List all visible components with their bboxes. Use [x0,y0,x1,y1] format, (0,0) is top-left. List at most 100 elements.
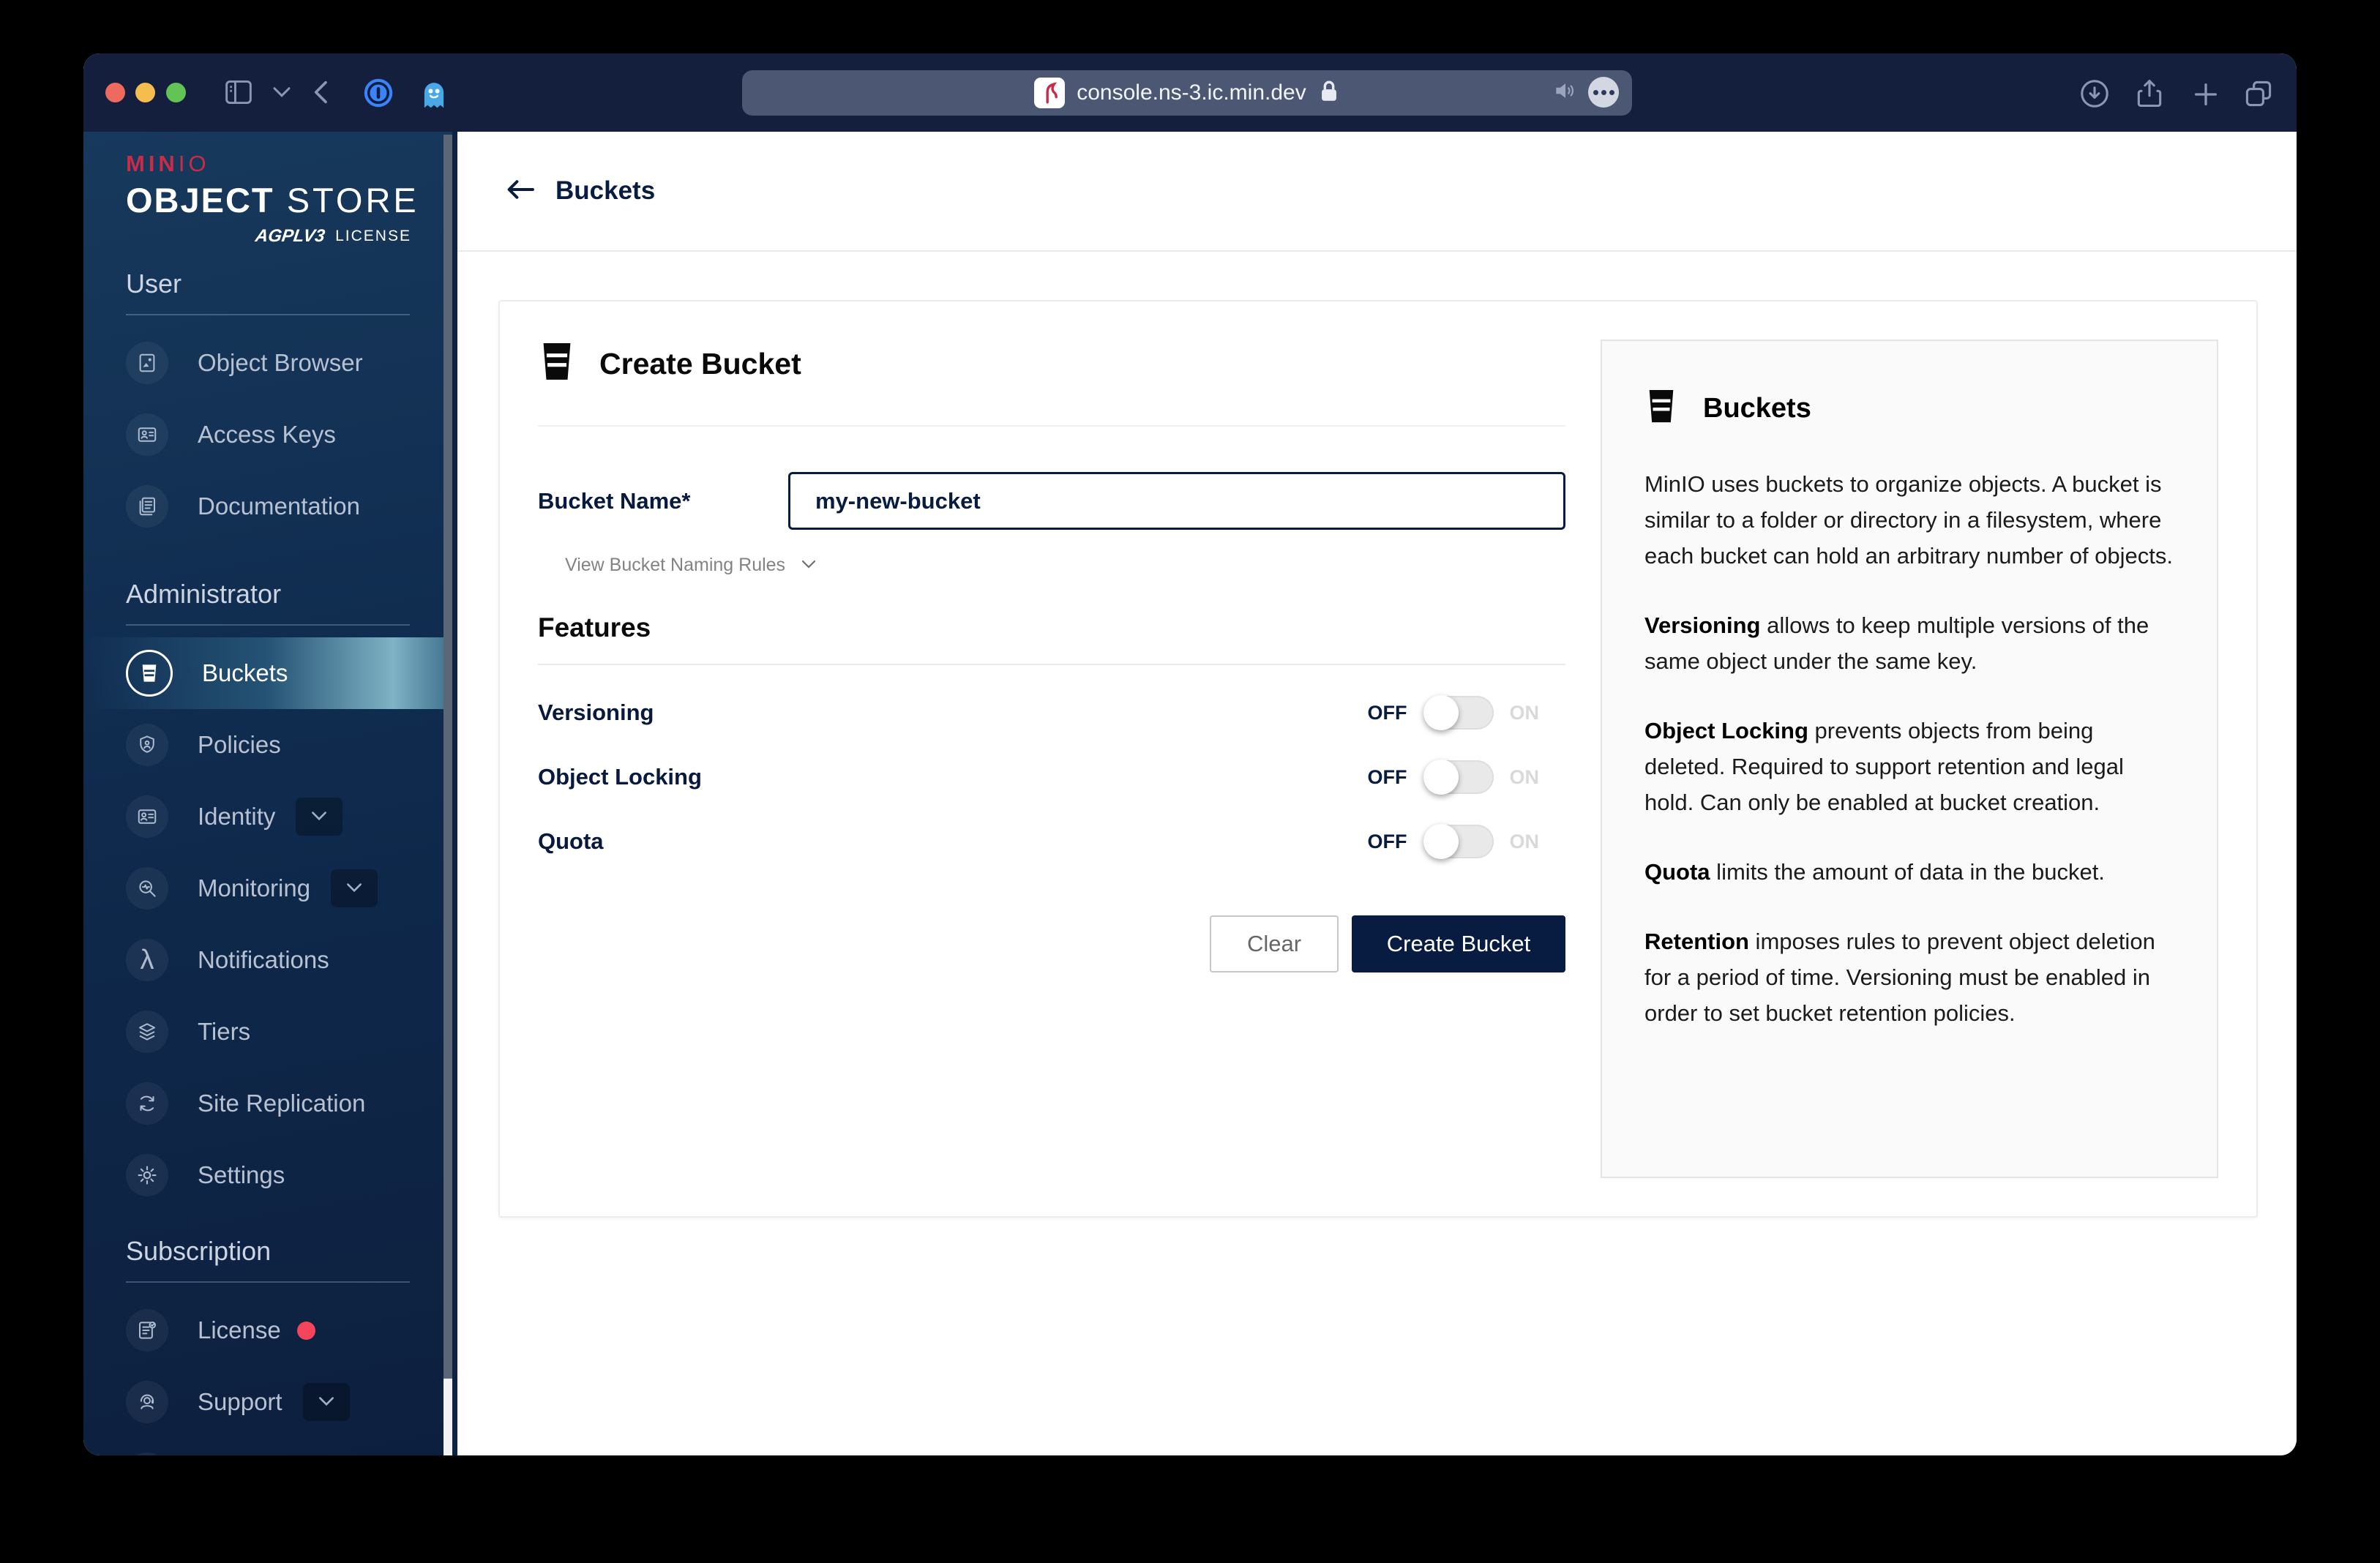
sidebar-item-policies[interactable]: Policies [83,709,452,781]
scrollbar-track[interactable] [444,1379,452,1455]
card-header: Create Bucket [538,340,1565,427]
info-paragraph: Quota limits the amount of data in the b… [1644,859,2105,885]
license-badge: AGPLV3 LICENSE [254,226,411,246]
sidebar-item-tiers[interactable]: Tiers [83,996,452,1068]
info-panel: Buckets MinIO uses buckets to organize o… [1601,340,2218,1178]
sidebar-item-documentation[interactable]: Documentation [83,471,452,542]
monitoring-icon [126,867,168,910]
sidebar-item-label: Tiers [198,1018,251,1045]
naming-rules-toggle[interactable]: View Bucket Naming Rules [565,555,1565,576]
sidebar-item-access-keys[interactable]: Access Keys [83,399,452,471]
features-title: Features [538,612,1565,665]
lambda-icon: λ [126,939,168,981]
info-paragraph: MinIO uses buckets to organize objects. … [1644,471,2174,569]
sidebar-item-object-browser[interactable]: Object Browser [83,327,452,399]
lock-icon [1318,79,1340,108]
sidebar-section-user: User [126,269,410,315]
object-locking-row: Object Locking OFF ON [538,760,1565,795]
gear-icon [126,1154,168,1196]
off-label: OFF [1367,830,1407,852]
support-icon [126,1381,168,1423]
create-bucket-button[interactable]: Create Bucket [1352,915,1565,972]
sidebar-item-site-replication[interactable]: Site Replication [83,1068,452,1139]
chevron-down-icon[interactable] [296,798,343,836]
scrollbar-thumb[interactable] [444,135,452,1379]
sidebar-item-label: Settings [198,1161,285,1188]
license-icon [126,1309,168,1352]
page-title[interactable]: Buckets [555,176,655,206]
object-browser-icon [126,342,168,384]
tab-overview-icon[interactable] [2242,78,2275,110]
quota-toggle[interactable] [1423,824,1494,859]
info-paragraph: Object Locking prevents objects from bei… [1644,718,2124,815]
bucket-name-label: Bucket Name* [538,487,691,514]
sidebar-item-label: Policies [198,731,281,758]
sidebar-item-label: Access Keys [198,421,336,448]
card-title: Create Bucket [599,347,801,381]
sidebar-item-buckets[interactable]: Buckets [83,637,452,709]
bucket-icon [126,650,173,697]
chevron-down-icon[interactable] [331,869,378,907]
back-icon[interactable] [307,78,337,107]
sidebar-item-partial[interactable] [83,1438,452,1455]
sidebar-item-label: Buckets [202,659,288,686]
tiers-icon [126,1011,168,1053]
sidebar-item-label: Notifications [198,946,329,973]
sidebar-item-label: License [198,1316,281,1343]
back-arrow-icon[interactable] [506,178,535,205]
clear-button[interactable]: Clear [1210,915,1339,972]
sidebar-item-monitoring[interactable]: Monitoring [83,852,452,924]
policies-icon [126,724,168,766]
quota-row: Quota OFF ON [538,824,1565,859]
browser-toolbar: console.ns-3.ic.min.dev [83,53,2297,132]
onepassword-extension-icon[interactable] [363,78,394,108]
share-icon[interactable] [2133,78,2166,110]
page-header: Buckets [457,132,2297,252]
bucket-icon [538,340,576,389]
sidebar-item-label: Monitoring [198,874,311,902]
info-paragraph: Retention imposes rules to prevent objec… [1644,929,2155,1026]
sidebar-item-identity[interactable]: Identity [83,781,452,852]
sidebar-item-label: Object Browser [198,349,363,376]
license-alert-dot [296,1321,315,1340]
sidebar-section-administrator: Administrator [126,579,410,626]
hidden-item-icon [126,1453,168,1455]
sidebar-item-label: Identity [198,803,276,830]
ghostery-extension-icon[interactable] [419,78,449,110]
versioning-toggle[interactable] [1423,695,1494,730]
info-paragraph: Versioning allows to keep multiple versi… [1644,612,2149,674]
sidebar: MINIO OBJECT STORE AGPLV3 LICENSE User O… [83,132,457,1455]
close-window-button[interactable] [105,83,125,102]
chevron-down-icon [800,555,817,576]
downloads-icon[interactable] [2078,78,2111,110]
object-locking-label: Object Locking [538,764,702,790]
chevron-down-icon[interactable] [271,86,293,100]
quota-label: Quota [538,828,604,854]
sidebar-item-settings[interactable]: Settings [83,1139,452,1211]
versioning-row: Versioning OFF ON [538,695,1565,730]
sidebar-item-license[interactable]: License [83,1294,452,1366]
page-more-options-button[interactable] [1588,77,1619,108]
browser-window: console.ns-3.ic.min.dev MINIO OBJECT STO… [83,53,2297,1455]
site-replication-icon [126,1082,168,1125]
minimize-window-button[interactable] [135,83,155,102]
url-bar[interactable]: console.ns-3.ic.min.dev [742,70,1632,116]
off-label: OFF [1367,765,1407,788]
create-bucket-card: Create Bucket Bucket Name* View Bucket N… [498,300,2258,1218]
sidebar-scrollbar[interactable] [444,132,452,1455]
bucket-name-input[interactable] [788,472,1565,530]
zoom-window-button[interactable] [166,83,186,102]
documentation-icon [126,485,168,528]
main-content: Buckets Create Bucket Bucket Name* my-ne… [457,132,2297,1455]
minio-logo: MINIO OBJECT STORE AGPLV3 LICENSE [126,151,419,246]
object-locking-toggle[interactable] [1423,760,1494,795]
on-label: ON [1509,701,1540,724]
sidebar-item-support[interactable]: Support [83,1366,452,1438]
sidebar-toggle-icon[interactable] [222,78,255,107]
bucket-icon [1644,386,1678,431]
sidebar-item-notifications[interactable]: λ Notifications [83,924,452,996]
new-tab-icon[interactable] [2191,80,2220,109]
chevron-down-icon[interactable] [302,1383,350,1421]
audio-mute-icon[interactable] [1553,80,1578,105]
on-label: ON [1509,765,1540,788]
